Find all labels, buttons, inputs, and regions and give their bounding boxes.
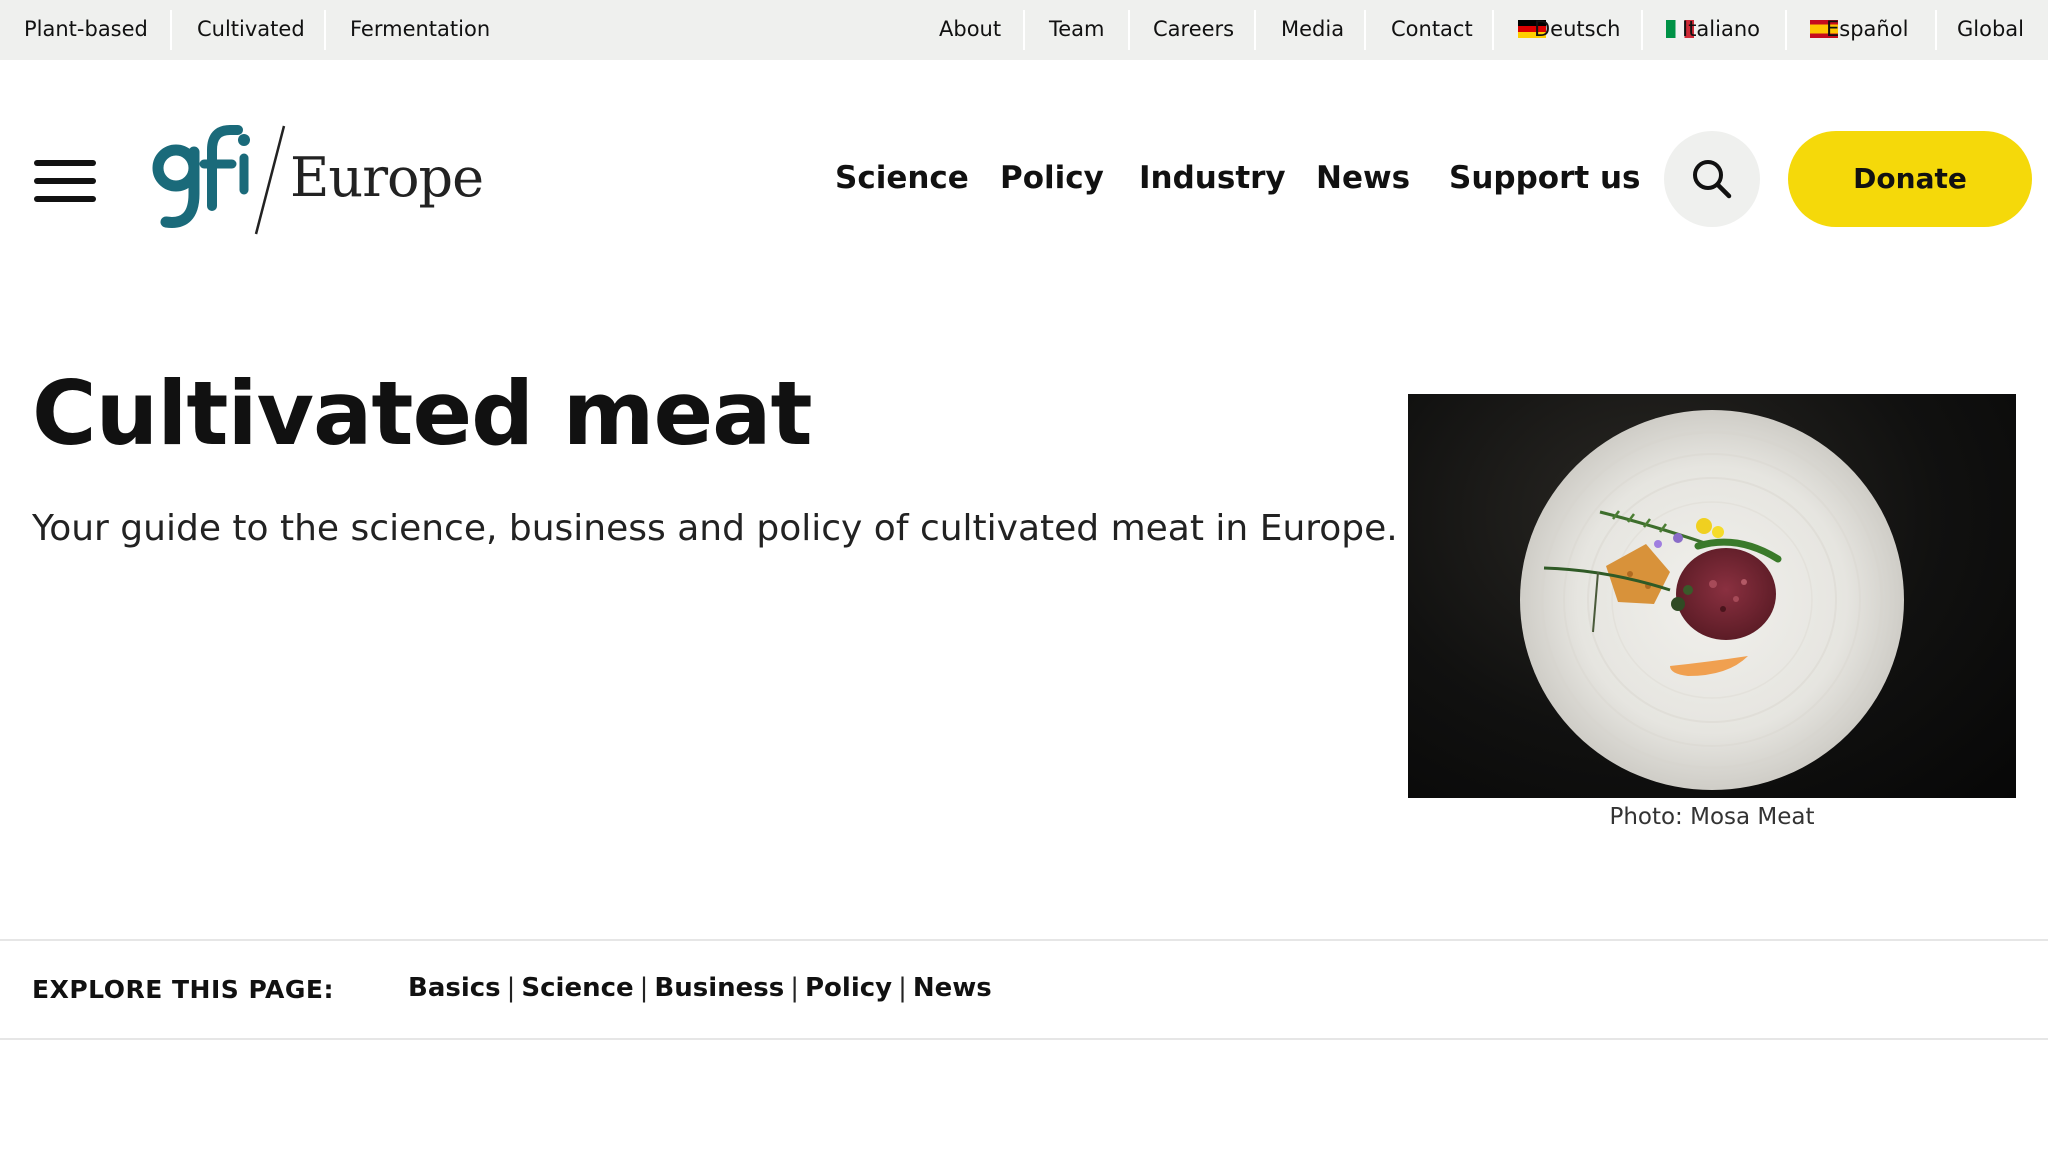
language-label: Italiano — [1682, 17, 1760, 41]
explore-link-basics[interactable]: Basics — [408, 973, 501, 1003]
utility-bar: Plant-based Cultivated Fermentation Abou… — [0, 0, 2048, 60]
search-icon — [1693, 160, 1732, 199]
topbar-link-global[interactable]: Global — [1957, 0, 2024, 60]
separator: | — [898, 973, 907, 1003]
nav-science[interactable]: Science — [835, 160, 969, 196]
explore-links: Basics | Science | Business | Policy | News — [408, 973, 992, 1003]
separator: | — [790, 973, 799, 1003]
hero-photo — [1408, 394, 2016, 798]
logo-wordmark: Europe — [290, 146, 484, 209]
divider — [170, 10, 172, 50]
donate-button[interactable]: Donate — [1788, 131, 2032, 227]
divider — [324, 10, 326, 50]
language-label: Deutsch — [1534, 17, 1621, 41]
separator: | — [639, 973, 649, 1003]
topbar-link-media[interactable]: Media — [1281, 0, 1344, 60]
language-label: Español — [1826, 17, 1909, 41]
explore-page-bar: EXPLORE THIS PAGE: Basics | Science | Busine… — [0, 939, 2048, 1040]
separator: | — [506, 973, 516, 1003]
explore-link-science[interactable]: Science — [521, 973, 633, 1003]
photo-caption: Photo: Mosa Meat — [1609, 804, 1815, 830]
divider — [1254, 10, 1256, 50]
topbar-link-team[interactable]: Team — [1049, 0, 1105, 60]
topbar-link-plant-based[interactable]: Plant-based — [24, 0, 148, 60]
nav-industry[interactable]: Industry — [1139, 160, 1286, 196]
divider — [1935, 10, 1937, 50]
nav-news[interactable]: News — [1316, 160, 1410, 196]
explore-link-business[interactable]: Business — [654, 973, 784, 1003]
plated-cultivated-meat-illustration — [1520, 410, 1904, 790]
divider — [1128, 10, 1130, 50]
search-button[interactable] — [1664, 131, 1760, 227]
nav-policy[interactable]: Policy — [1000, 160, 1104, 196]
topbar-link-about[interactable]: About — [939, 0, 1001, 60]
explore-link-policy[interactable]: Policy — [805, 973, 892, 1003]
hamburger-menu-icon[interactable] — [34, 160, 96, 202]
language-link-espanol[interactable]: Español — [1810, 0, 1908, 60]
topbar-link-contact[interactable]: Contact — [1391, 0, 1473, 60]
topbar-link-cultivated[interactable]: Cultivated — [197, 0, 305, 60]
page-subtitle: Your guide to the science, business and … — [32, 508, 1398, 549]
topbar-link-careers[interactable]: Careers — [1153, 0, 1234, 60]
language-link-deutsch[interactable]: Deutsch — [1518, 0, 1620, 60]
nav-support-us[interactable]: Support us — [1449, 160, 1641, 196]
explore-link-news[interactable]: News — [913, 973, 992, 1003]
gfi-logo-mark — [152, 125, 286, 235]
topbar-link-fermentation[interactable]: Fermentation — [350, 0, 490, 60]
divider — [1364, 10, 1366, 50]
explore-label: EXPLORE THIS PAGE: — [32, 975, 334, 1004]
divider — [1785, 10, 1787, 50]
page-title: Cultivated meat — [32, 362, 813, 465]
divider — [1492, 10, 1494, 50]
divider — [1023, 10, 1025, 50]
language-link-italiano[interactable]: Italiano — [1666, 0, 1760, 60]
gfi-europe-logo[interactable]: Europe — [150, 118, 484, 238]
divider — [1641, 10, 1643, 50]
